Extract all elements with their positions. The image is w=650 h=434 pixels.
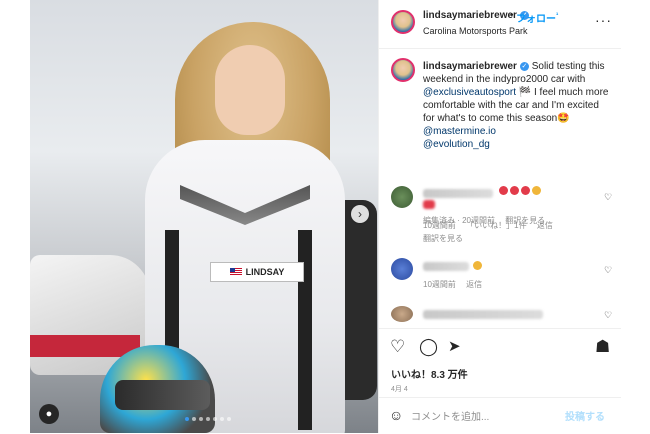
mention-link[interactable]: @exclusiveautosport: [423, 87, 516, 98]
blurred-comment: [423, 310, 543, 319]
post-photo[interactable]: LINDSAY › ●: [30, 0, 378, 433]
us-flag-icon: [229, 268, 242, 276]
verified-badge-icon: ✓: [519, 61, 529, 71]
comment-bubble-icon[interactable]: ◯: [419, 337, 438, 357]
share-plane-icon[interactable]: ➤: [448, 337, 461, 355]
emoji-icon[interactable]: ☺: [389, 407, 403, 423]
comment-time: 10週間前: [423, 280, 456, 289]
avatar[interactable]: [391, 186, 413, 208]
avatar[interactable]: [391, 306, 413, 322]
post-date: 4月 4: [391, 386, 408, 393]
carousel-dot: [227, 417, 231, 421]
reply-button[interactable]: 返信: [466, 280, 482, 289]
heart-icon[interactable]: ♡: [390, 337, 405, 357]
post-header: lindsaymariebrewer ✓ • フォロー¹ Carolina Mot…: [379, 0, 621, 49]
username-link[interactable]: lindsaymariebrewer: [423, 10, 517, 21]
carousel-dot: [192, 417, 196, 421]
carousel-dot: [185, 417, 189, 421]
likes-count[interactable]: いいね！8.3 万件: [391, 366, 468, 381]
post-side-panel: lindsaymariebrewer ✓ • フォロー¹ Carolina Mot…: [378, 0, 621, 433]
suit-name-patch: LINDSAY: [210, 262, 304, 282]
comment-input[interactable]: コメントを追加...: [411, 408, 489, 423]
suit-name: LINDSAY: [245, 267, 285, 277]
separator-dot: •: [510, 10, 514, 21]
carousel-dot: [213, 417, 217, 421]
comment-composer: ☺ コメントを追加... 投稿する: [379, 397, 621, 434]
carousel-dot: [206, 417, 210, 421]
see-translation-link[interactable]: 翻訳を見る: [423, 234, 463, 243]
location-link[interactable]: Carolina Motorsports Park: [423, 26, 528, 36]
heart-outline-icon[interactable]: ♡: [604, 265, 612, 276]
avatar[interactable]: [391, 258, 413, 280]
blurred-username: [423, 262, 469, 271]
follow-button[interactable]: フォロー¹: [516, 10, 558, 25]
tagged-user-icon[interactable]: ●: [39, 404, 59, 424]
action-bar: ♡ ◯ ➤ ☗: [379, 328, 621, 365]
avatar[interactable]: [391, 10, 415, 34]
reply-button[interactable]: 返信: [537, 221, 553, 230]
carousel-dots: [185, 417, 231, 421]
heart-outline-icon[interactable]: ♡: [604, 192, 612, 203]
comment-time: 10週間前: [423, 221, 456, 230]
heart-outline-icon[interactable]: ♡: [604, 310, 612, 321]
bookmark-icon[interactable]: ☗: [595, 337, 610, 357]
next-photo-button[interactable]: ›: [351, 205, 369, 223]
post-modal: LINDSAY › ● lindsaymariebrewer ✓ • フォロー¹ …: [30, 0, 621, 433]
post-comment-button[interactable]: 投稿する: [565, 408, 605, 423]
comment-emojis: [499, 186, 541, 195]
more-dots-icon[interactable]: ···: [595, 12, 612, 28]
mention-link[interactable]: @evolution_dg: [423, 139, 490, 150]
mention-link[interactable]: @mastermine.io: [423, 126, 496, 137]
caption-username[interactable]: lindsaymariebrewer: [423, 61, 517, 72]
avatar[interactable]: [391, 58, 415, 82]
blurred-username: [423, 189, 493, 198]
helmet-visor: [115, 380, 210, 410]
comment-likes[interactable]: 「いいね！」1件: [466, 221, 526, 230]
carousel-dot: [199, 417, 203, 421]
driver-face: [215, 45, 285, 135]
caption-text: lindsaymariebrewer ✓ Solid testing this w…: [423, 61, 609, 150]
carousel-dot: [220, 417, 224, 421]
